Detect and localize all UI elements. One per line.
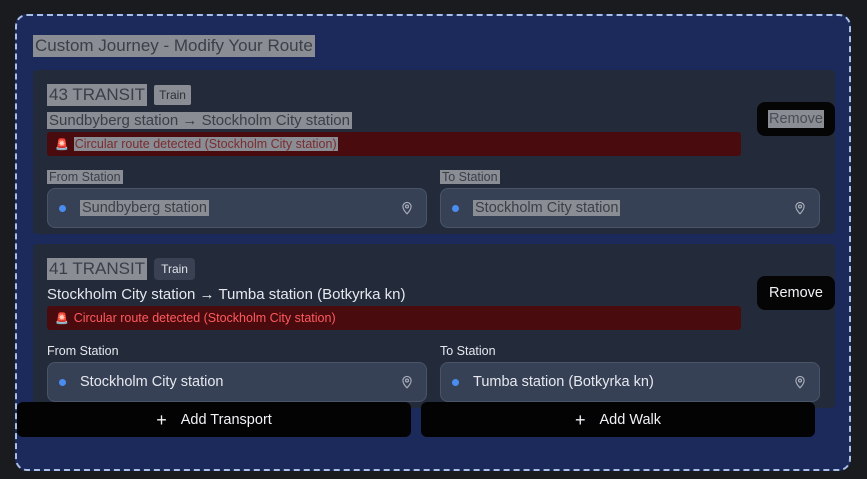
circular-route-alert: 🚨 Circular route detected (Stockholm Cit… [47, 132, 741, 156]
to-station-input[interactable]: Tumba station (Botkyrka kn) [440, 362, 820, 402]
leg-title: 41 TRANSIT [47, 258, 148, 280]
remove-label: Remove [768, 110, 824, 128]
station-dot-icon [59, 204, 66, 212]
journey-leg-2: 41 TRANSIT Train Stockholm City station … [33, 244, 835, 408]
to-station-value: Stockholm City station [473, 200, 793, 216]
from-station-value: Stockholm City station [80, 374, 224, 390]
plus-icon: + [574, 409, 586, 430]
add-transport-label: Add Transport [180, 411, 272, 428]
from-station-input[interactable]: Sundbyberg station [47, 188, 427, 228]
from-station-input[interactable]: Stockholm City station [47, 362, 427, 402]
from-station-label-text: From Station [47, 170, 123, 184]
map-pin-icon[interactable] [400, 374, 414, 390]
mode-badge: Train [154, 85, 191, 105]
from-station-label: From Station [47, 344, 119, 358]
circular-route-alert: 🚨 Circular route detected (Stockholm Cit… [47, 306, 741, 330]
from-station-value: Sundbyberg station [80, 200, 400, 216]
to-station-label: To Station [440, 344, 496, 358]
add-walk-button[interactable]: + Add Walk [421, 402, 815, 437]
mode-badge: Train [154, 258, 195, 280]
leg-header: 41 TRANSIT Train [47, 258, 195, 280]
to-station-input[interactable]: Stockholm City station [440, 188, 820, 228]
leg-route: Sundbyberg station → Stockholm City stat… [47, 111, 352, 130]
map-pin-icon[interactable] [793, 374, 807, 390]
from-station-label: From Station [47, 169, 123, 186]
journey-leg-1: 43 TRANSIT Train Sundbyberg station → St… [33, 70, 835, 234]
station-dot-icon [452, 378, 459, 386]
siren-icon: 🚨 [55, 138, 69, 151]
station-dot-icon [452, 204, 459, 212]
add-walk-label: Add Walk [599, 411, 662, 428]
to-station-label: To Station [440, 169, 500, 186]
leg-route-text: Sundbyberg station → Stockholm City stat… [47, 112, 352, 129]
alert-text: Circular route detected (Stockholm City … [73, 137, 338, 151]
remove-leg-button[interactable]: Remove [757, 276, 835, 310]
leg-title: 43 TRANSIT [47, 84, 148, 106]
map-pin-icon[interactable] [793, 200, 807, 216]
siren-icon: 🚨 [55, 312, 69, 325]
from-station-value-text: Sundbyberg station [80, 200, 209, 216]
plus-icon: + [156, 409, 167, 430]
map-pin-icon[interactable] [400, 200, 414, 216]
station-dot-icon [59, 378, 66, 386]
to-station-value-text: Stockholm City station [473, 200, 621, 216]
add-transport-button[interactable]: + Add Transport [17, 402, 411, 437]
to-station-label-text: To Station [440, 170, 500, 184]
leg-route: Stockholm City station → Tumba station (… [47, 286, 406, 303]
to-station-value: Tumba station (Botkyrka kn) [473, 374, 654, 390]
alert-text: Circular route detected (Stockholm City … [73, 311, 336, 325]
panel-title: Custom Journey - Modify Your Route [33, 35, 315, 57]
remove-leg-button[interactable]: Remove [757, 102, 835, 136]
leg-header: 43 TRANSIT Train [47, 84, 191, 106]
